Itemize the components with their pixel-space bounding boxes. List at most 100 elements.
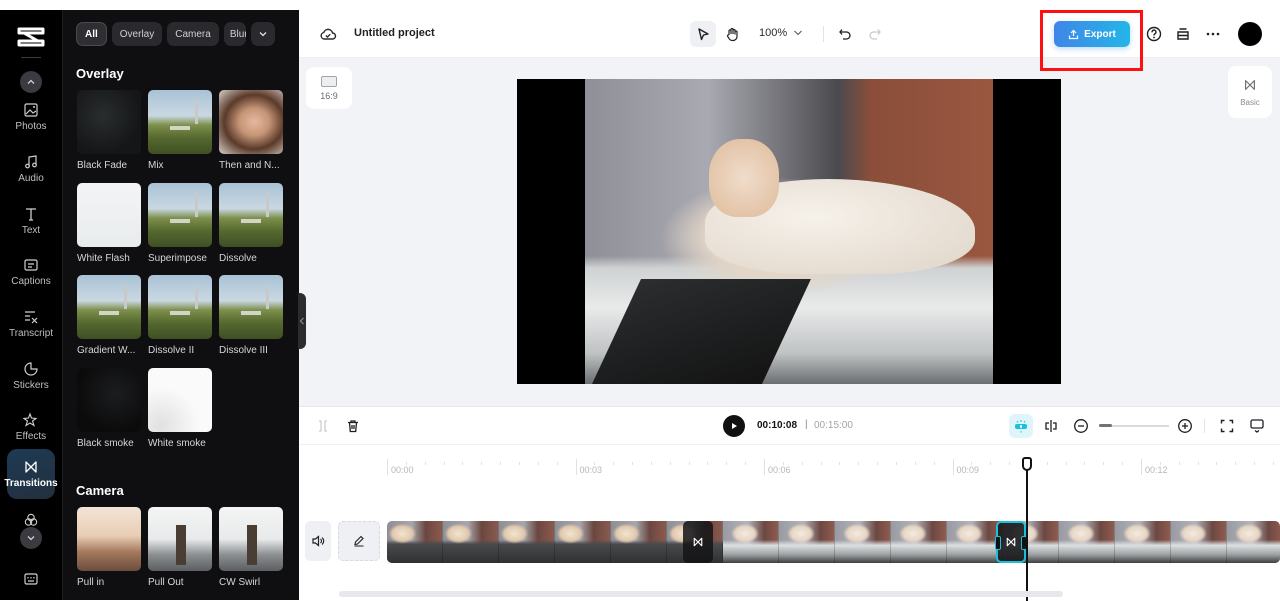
transition-tile[interactable]: Black smoke [77,368,141,449]
ruler-minor-tick [481,462,483,465]
rail-item-transitions[interactable]: Transitions [4,449,58,499]
transition-tile[interactable]: Gradient W... [77,275,141,356]
select-tool-button[interactable] [690,21,716,47]
transition-thumbnail [148,368,212,432]
zoom-in-button[interactable] [1173,414,1197,438]
rail-item-audio[interactable]: Audio [7,145,55,193]
transition-tile[interactable]: Pull Out [148,507,212,588]
transition-icon [1245,79,1255,90]
rail-scroll-up-button[interactable] [20,71,42,93]
rail-item-photos[interactable]: Photos [7,93,55,141]
chip-all[interactable]: All [76,22,107,46]
aspect-ratio-button[interactable]: 16:9 [306,67,352,109]
chip-overlay[interactable]: Overlay [111,22,163,46]
more-options-button[interactable] [1200,21,1226,47]
car-window-shape [585,279,811,384]
transition-label: Then and N... [219,160,280,171]
rail-item-text[interactable]: Text [7,197,55,245]
user-avatar[interactable] [1238,22,1262,46]
redo-button[interactable] [862,21,888,47]
ruler-minor-tick [443,462,445,465]
timeline-ruler[interactable]: 00:00 00:03 00:06 00:09 00:12 [299,445,1280,475]
zoom-level-dropdown[interactable]: 100% [759,27,803,39]
timeline-zoom-slider[interactable] [1099,424,1169,427]
transition-tile[interactable]: CW Swirl [219,507,283,588]
rail-divider [21,57,41,58]
rail-scroll-down-button[interactable] [20,527,42,549]
rail-item-transcript[interactable]: Transcript [7,300,55,348]
play-icon [732,423,737,429]
video-clip-track[interactable] [387,521,1280,563]
transition-tile[interactable]: White smoke [148,368,212,449]
mute-track-button[interactable] [305,521,331,561]
rail-item-label: Stickers [13,380,49,391]
playhead-handle[interactable] [1022,457,1032,471]
chips-more-button[interactable] [250,22,275,46]
transition-marker[interactable] [683,521,713,563]
transition-tile[interactable]: Dissolve II [148,275,212,356]
ruler-minor-tick [405,462,407,465]
rail-item-effects[interactable]: Effects [7,403,55,451]
transition-tile[interactable]: White Flash [77,183,141,264]
transition-tile[interactable]: Dissolve [219,183,283,264]
timeline-horizontal-scrollbar[interactable] [339,591,1063,597]
split-clip-button[interactable] [1039,414,1063,438]
total-duration: 00:15:00 [814,420,853,431]
transition-tile[interactable]: Then and N... [219,90,283,171]
fit-timeline-button[interactable] [1215,414,1239,438]
clip-thumbnail-frame [723,521,779,563]
chip-camera[interactable]: Camera [167,22,219,46]
split-disabled-button[interactable] [311,414,335,438]
ruler-minor-tick [1046,462,1048,465]
transition-thumbnail [219,275,283,339]
ruler-minor-tick [1122,462,1124,465]
ruler-tick-label: 00:00 [391,465,414,475]
transition-tile[interactable]: Superimpose [148,183,212,264]
ruler-minor-tick [971,462,973,465]
transition-thumbnail [219,183,283,247]
capcut-logo-icon [17,27,45,47]
ruler-major-tick [575,459,577,475]
transcript-icon [25,311,38,324]
transition-label: Pull in [77,577,105,588]
play-button[interactable] [723,415,745,437]
basic-label: Basic [1240,97,1260,107]
transition-tile[interactable]: Black Fade [77,90,141,171]
ruler-major-tick [952,459,954,475]
ruler-minor-tick [537,462,539,465]
transition-tile[interactable]: Pull in [77,507,141,588]
transition-marker-selected[interactable] [995,521,1027,563]
project-title[interactable]: Untitled project [354,27,435,39]
sticker-icon [24,362,38,376]
rail-item-label: Transitions [4,478,58,489]
transition-icon [1006,537,1016,547]
help-button[interactable] [1141,21,1167,47]
transition-label: Mix [148,160,164,171]
auto-snap-button[interactable] [1009,414,1033,438]
keyboard-shortcuts-button[interactable] [7,566,55,594]
transition-label: White smoke [148,438,206,449]
ruler-minor-tick [650,462,652,465]
edit-cover-button[interactable] [338,521,380,561]
transition-label: Dissolve III [219,345,268,356]
transition-thumbnail [77,368,141,432]
rail-item-stickers[interactable]: Stickers [7,352,55,400]
text-icon [26,208,36,221]
zoom-out-button[interactable] [1069,414,1093,438]
video-preview[interactable] [517,79,1061,384]
export-button[interactable]: Export [1054,21,1130,47]
delete-button[interactable] [341,414,365,438]
chip-blur[interactable]: Blur [223,22,246,46]
rail-item-captions[interactable]: Captions [7,248,55,296]
preview-frame-image [585,79,993,384]
undo-button[interactable] [832,21,858,47]
transition-tile[interactable]: Dissolve III [219,275,283,356]
preview-display-button[interactable] [1245,414,1269,438]
layers-button[interactable] [1170,21,1196,47]
cloud-saved-icon[interactable] [319,25,337,43]
panel-collapse-handle[interactable] [298,293,306,349]
basic-transition-panel-button[interactable]: Basic [1228,66,1272,118]
hand-tool-button[interactable] [719,21,745,47]
ruler-minor-tick [518,462,520,465]
transition-tile[interactable]: Mix [148,90,212,171]
